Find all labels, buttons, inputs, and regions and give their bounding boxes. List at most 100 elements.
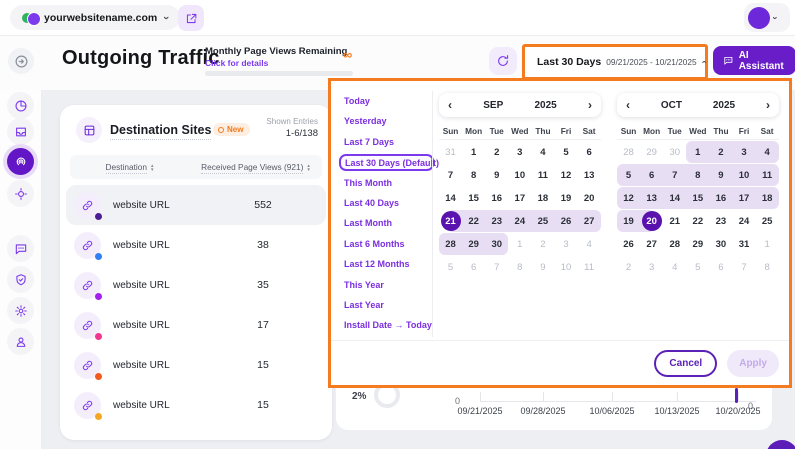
- calendar-day[interactable]: 9: [709, 164, 732, 186]
- calendar-day[interactable]: 7: [732, 256, 755, 278]
- calendar-day[interactable]: 12: [617, 187, 640, 209]
- sidebar-item-analytics[interactable]: [7, 92, 34, 119]
- calendar-day[interactable]: 9: [531, 256, 554, 278]
- cancel-button[interactable]: Cancel: [654, 350, 717, 377]
- calendar-day[interactable]: 4: [531, 141, 554, 163]
- calendar-day[interactable]: 2: [617, 256, 640, 278]
- calendar-day[interactable]: 7: [485, 256, 508, 278]
- calendar-day[interactable]: 14: [439, 187, 462, 209]
- calendar-day[interactable]: 1: [508, 233, 531, 255]
- calendar-day[interactable]: 11: [578, 256, 601, 278]
- table-row[interactable]: website URL35: [66, 265, 326, 305]
- table-row[interactable]: website URL552: [66, 185, 326, 225]
- preset-install-date-today[interactable]: Install Date → Today: [339, 317, 434, 334]
- table-row[interactable]: website URL15: [66, 345, 326, 385]
- calendar-day[interactable]: 28: [439, 233, 462, 255]
- calendar-day[interactable]: 11: [531, 164, 554, 186]
- calendar-day[interactable]: 2: [485, 141, 508, 163]
- calendar-day[interactable]: 1: [462, 141, 485, 163]
- calendar-day[interactable]: 16: [709, 187, 732, 209]
- preset-yesterday[interactable]: Yesterday: [339, 113, 434, 130]
- calendar-day[interactable]: 5: [439, 256, 462, 278]
- refresh-button[interactable]: [489, 47, 517, 75]
- calendar-day[interactable]: 24: [732, 210, 755, 232]
- table-row[interactable]: website URL38: [66, 225, 326, 265]
- column-received-page-views[interactable]: Received Page Views (921)▲▼: [190, 162, 322, 172]
- calendar-day[interactable]: 7: [439, 164, 462, 186]
- calendar-day[interactable]: 4: [663, 256, 686, 278]
- collapse-sidebar-button[interactable]: [8, 48, 34, 74]
- calendar-day[interactable]: 7: [663, 164, 686, 186]
- calendar-day[interactable]: 26: [617, 233, 640, 255]
- floating-chat-button[interactable]: [766, 440, 795, 449]
- calendar-day[interactable]: 31: [732, 233, 755, 255]
- preset-last-year[interactable]: Last Year: [339, 297, 434, 314]
- calendar-day[interactable]: 29: [686, 233, 709, 255]
- calendar-day[interactable]: 4: [756, 141, 779, 163]
- column-destination[interactable]: Destination▲▼: [70, 162, 190, 172]
- calendar-day[interactable]: 15: [462, 187, 485, 209]
- calendar-day[interactable]: 1: [686, 141, 709, 163]
- calendar-day[interactable]: 5: [617, 164, 640, 186]
- calendar-day[interactable]: 14: [663, 187, 686, 209]
- calendar-day[interactable]: 13: [578, 164, 601, 186]
- sidebar-item-conversations[interactable]: [7, 235, 34, 262]
- prev-month-button[interactable]: ‹: [448, 98, 452, 112]
- calendar-day[interactable]: 9: [485, 164, 508, 186]
- calendar-day[interactable]: 20: [640, 210, 663, 232]
- calendar-day[interactable]: 5: [554, 141, 577, 163]
- sidebar-item-audience[interactable]: [7, 180, 34, 207]
- table-row[interactable]: website URL15: [66, 385, 326, 425]
- account-menu[interactable]: ›: [744, 3, 790, 32]
- preset-this-year[interactable]: This Year: [339, 277, 434, 294]
- calendar-day[interactable]: 6: [578, 141, 601, 163]
- calendar-day[interactable]: 26: [554, 210, 577, 232]
- calendar-day[interactable]: 3: [640, 256, 663, 278]
- calendar-day[interactable]: 30: [709, 233, 732, 255]
- calendar-day[interactable]: 8: [462, 164, 485, 186]
- calendar-day[interactable]: 13: [640, 187, 663, 209]
- calendar-day[interactable]: 21: [439, 210, 462, 232]
- calendar-day[interactable]: 23: [485, 210, 508, 232]
- calendar-day[interactable]: 30: [485, 233, 508, 255]
- calendar-day[interactable]: 6: [709, 256, 732, 278]
- calendar-day[interactable]: 8: [756, 256, 779, 278]
- calendar-day[interactable]: 27: [578, 210, 601, 232]
- apply-button[interactable]: Apply: [727, 350, 779, 377]
- sidebar-item-outgoing-traffic[interactable]: [7, 148, 34, 175]
- calendar-day[interactable]: 2: [709, 141, 732, 163]
- sidebar-item-settings[interactable]: [7, 297, 34, 324]
- calendar-day[interactable]: 28: [617, 141, 640, 163]
- prev-month-button[interactable]: ‹: [626, 98, 630, 112]
- calendar-day[interactable]: 19: [554, 187, 577, 209]
- calendar-day[interactable]: 27: [640, 233, 663, 255]
- preset-this-month[interactable]: This Month: [339, 175, 434, 192]
- calendar-day[interactable]: 11: [756, 164, 779, 186]
- calendar-day[interactable]: 22: [462, 210, 485, 232]
- preset-last-40-days[interactable]: Last 40 Days: [339, 195, 434, 212]
- calendar-day[interactable]: 3: [554, 233, 577, 255]
- sidebar-item-inbox[interactable]: [7, 118, 34, 145]
- calendar-day[interactable]: 4: [578, 233, 601, 255]
- calendar-day[interactable]: 24: [508, 210, 531, 232]
- next-month-button[interactable]: ›: [766, 98, 770, 112]
- sidebar-item-account[interactable]: [7, 328, 34, 355]
- site-selector[interactable]: yourwebsitename.com ›: [10, 5, 180, 30]
- calendar-day[interactable]: 8: [508, 256, 531, 278]
- calendar-day[interactable]: 29: [640, 141, 663, 163]
- calendar-day[interactable]: 19: [617, 210, 640, 232]
- calendar-day[interactable]: 28: [663, 233, 686, 255]
- preset-last-month[interactable]: Last Month: [339, 215, 434, 232]
- calendar-day[interactable]: 12: [554, 164, 577, 186]
- calendar-day[interactable]: 10: [508, 164, 531, 186]
- calendar-day[interactable]: 3: [732, 141, 755, 163]
- calendar-day[interactable]: 10: [554, 256, 577, 278]
- calendar-day[interactable]: 1: [756, 233, 779, 255]
- preset-today[interactable]: Today: [339, 93, 434, 110]
- preset-last-7-days[interactable]: Last 7 Days: [339, 134, 434, 151]
- calendar-day[interactable]: 15: [686, 187, 709, 209]
- next-month-button[interactable]: ›: [588, 98, 592, 112]
- ai-assistant-button[interactable]: AI Assistant: [713, 46, 795, 75]
- calendar-day[interactable]: 16: [485, 187, 508, 209]
- calendar-day[interactable]: 23: [709, 210, 732, 232]
